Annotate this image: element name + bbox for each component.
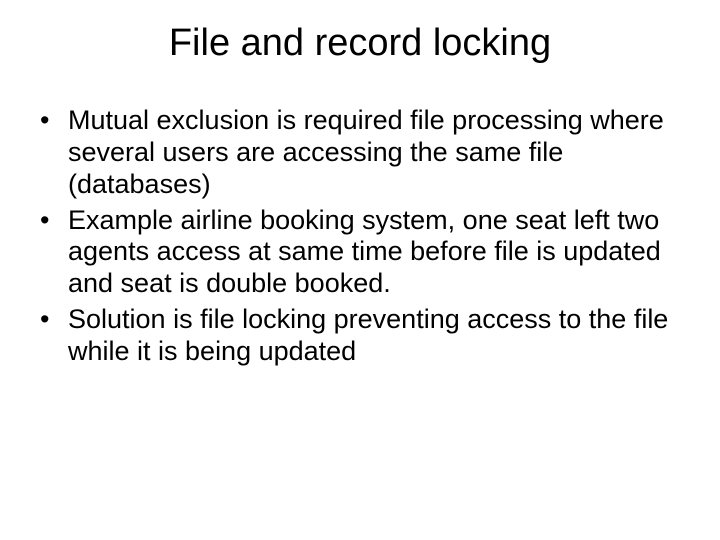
bullet-item: Solution is file locking preventing acce… bbox=[30, 304, 690, 368]
slide-title: File and record locking bbox=[0, 0, 720, 75]
slide: File and record locking Mutual exclusion… bbox=[0, 0, 720, 540]
slide-body: Mutual exclusion is required file proces… bbox=[0, 75, 720, 368]
bullet-item: Mutual exclusion is required file proces… bbox=[30, 105, 690, 201]
bullet-item: Example airline booking system, one seat… bbox=[30, 205, 690, 301]
bullet-list: Mutual exclusion is required file proces… bbox=[30, 105, 690, 368]
